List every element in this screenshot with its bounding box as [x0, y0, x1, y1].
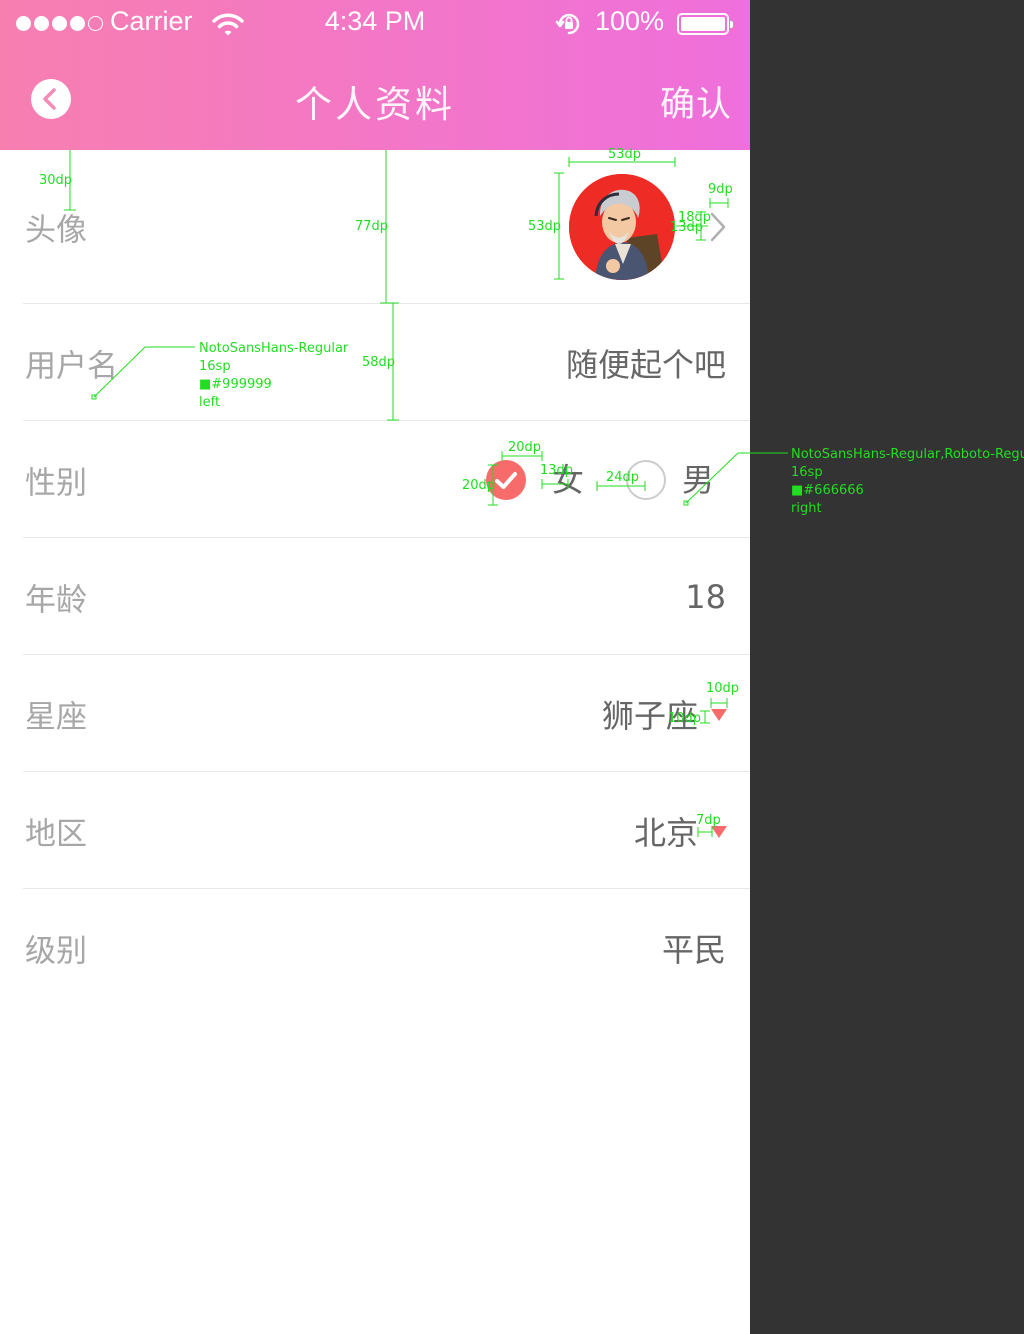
- region-row[interactable]: 地区 北京: [0, 772, 750, 889]
- spec-annotation: 10dp: [668, 711, 702, 726]
- avatar-label: 头像: [25, 212, 87, 249]
- spec-annotation: 53dp: [528, 219, 562, 234]
- avatar-portrait-icon: [569, 174, 675, 280]
- spec-annotation: 30dp: [39, 173, 73, 188]
- age-value[interactable]: 18: [685, 578, 726, 616]
- spec-annotation: 58dp: [362, 355, 396, 370]
- zodiac-label: 星座: [25, 699, 87, 735]
- battery-fill: [681, 17, 725, 31]
- region-label: 地区: [25, 816, 87, 852]
- spec-annotation: NotoSansHans-Regular,Roboto-Regu 16sp ■#…: [791, 447, 1024, 516]
- chevron-right-icon: [710, 212, 726, 242]
- spec-annotation: 53dp: [608, 147, 642, 162]
- spec-annotation: 13dp: [670, 220, 704, 235]
- username-value[interactable]: 随便起个吧: [566, 340, 726, 386]
- spec-annotation: 7dp: [696, 813, 721, 828]
- status-bar: Carrier 4:34 PM 100%: [0, 0, 750, 48]
- profile-form: 头像 用户名 随便起个吧 性别 女 男 年龄 18 星座 狮子座 地区 北京 级…: [0, 150, 750, 1006]
- spec-annotation: 9dp: [708, 182, 733, 197]
- level-row: 级别 平民: [0, 889, 750, 1006]
- page-title: 个人资料: [295, 83, 455, 126]
- level-label: 级别: [25, 933, 87, 969]
- rotation-lock-icon: [555, 13, 580, 35]
- dropdown-arrow-icon[interactable]: [711, 708, 727, 721]
- battery-icon: [677, 13, 733, 35]
- male-option-label[interactable]: 男: [682, 460, 714, 500]
- confirm-button[interactable]: 确认: [660, 76, 732, 127]
- username-label: 用户名: [25, 348, 118, 384]
- avatar[interactable]: [569, 174, 675, 280]
- spec-annotation: 20dp: [508, 440, 542, 455]
- spec-annotation: NotoSansHans-Regular 16sp ■#999999 left: [199, 341, 349, 410]
- zodiac-row[interactable]: 星座 狮子座: [0, 655, 750, 772]
- gender-label: 性别: [25, 465, 87, 501]
- header: Carrier 4:34 PM 100% 个人资料 确认: [0, 0, 750, 150]
- battery-nub: [730, 21, 733, 28]
- battery-percentage: 100%: [595, 6, 665, 36]
- region-value[interactable]: 北京: [634, 808, 698, 854]
- age-label: 年龄: [25, 582, 87, 618]
- spec-annotation: 13dp: [540, 463, 574, 478]
- spec-annotation: 24dp: [606, 470, 640, 485]
- phone-screen: Carrier 4:34 PM 100% 个人资料 确认 头像 用户名 随便起个…: [0, 0, 750, 1334]
- spec-annotation: 10dp: [706, 681, 740, 696]
- level-value: 平民: [661, 930, 726, 969]
- spec-annotation: 20dp: [462, 478, 496, 493]
- spec-annotation: 77dp: [355, 219, 389, 234]
- age-row[interactable]: 年龄 18: [0, 538, 750, 655]
